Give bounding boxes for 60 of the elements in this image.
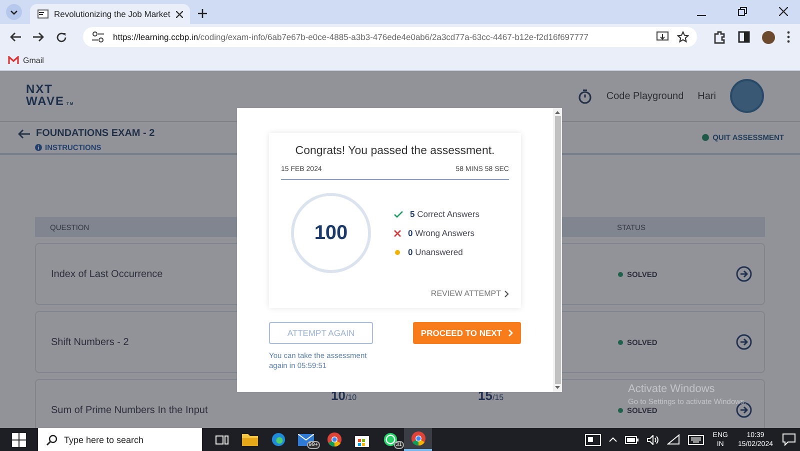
taskbar-app-icon[interactable]	[404, 428, 432, 451]
keyboard-icon[interactable]	[688, 434, 704, 444]
result-count: 5 Correct Answers	[410, 209, 480, 219]
bookmark-star-icon[interactable]	[677, 31, 689, 43]
question-title: Shift Numbers - 2	[50, 336, 129, 348]
review-attempt-link[interactable]: REVIEW ATTEMPT	[430, 289, 509, 298]
site-favicon-icon	[37, 8, 49, 20]
taskbar-search-field[interactable]: Type here to search	[38, 428, 202, 451]
new-tab-icon[interactable]	[198, 9, 207, 18]
close-tab-icon[interactable]	[176, 10, 183, 18]
scrollbar[interactable]	[553, 108, 562, 392]
menu-icon[interactable]	[787, 31, 790, 43]
profile-avatar[interactable]	[762, 30, 775, 44]
chevron-right-icon	[504, 290, 509, 298]
back-arrow-icon[interactable]	[18, 128, 30, 138]
result-count: 0 Unanswered	[408, 247, 463, 257]
exam-title: FOUNDATIONS EXAM - 2	[36, 128, 155, 139]
timer-icon[interactable]	[578, 88, 592, 104]
scroll-down-icon[interactable]	[555, 386, 560, 390]
chevron-right-icon	[508, 329, 513, 337]
restore-icon[interactable]	[738, 7, 747, 16]
user-avatar[interactable]	[730, 79, 764, 113]
start-icon[interactable]	[12, 432, 26, 446]
search-icon	[46, 434, 58, 446]
reload-icon[interactable]	[56, 32, 67, 42]
battery-icon[interactable]	[624, 436, 639, 444]
site-settings-icon[interactable]	[91, 31, 105, 43]
notifications-icon[interactable]	[782, 433, 796, 446]
code-playground-link[interactable]: Code Playground	[606, 90, 684, 102]
question-title: Index of Last Occurrence	[50, 268, 163, 280]
side-panel-icon[interactable]	[738, 31, 750, 43]
arrow-circle-icon[interactable]	[736, 334, 752, 350]
question-title: Sum of Prime Numbers In the Input	[50, 404, 208, 416]
bookmark-link[interactable]: Gmail	[23, 56, 44, 64]
proceed-button[interactable]: PROCEED TO NEXT	[412, 322, 521, 344]
install-app-icon[interactable]	[656, 31, 669, 43]
arrow-circle-icon[interactable]	[736, 266, 752, 282]
wifi-icon[interactable]	[666, 434, 680, 445]
check-icon	[394, 210, 403, 218]
volume-icon[interactable]	[646, 434, 659, 444]
close-icon[interactable]	[779, 7, 788, 16]
news-icon[interactable]	[584, 434, 601, 446]
scroll-up-icon[interactable]	[555, 110, 560, 114]
result-count: 0 Wrong Answers	[408, 228, 474, 238]
info-icon	[35, 144, 42, 151]
browser-tab[interactable]: Revolutionizing the Job Market	[30, 4, 190, 24]
score-circle: 100	[291, 193, 371, 273]
dot-icon	[395, 250, 400, 254]
forward-icon[interactable]	[33, 32, 44, 42]
dialog-title: Congrats! You passed the assessment.	[294, 145, 496, 157]
back-icon[interactable]	[10, 32, 21, 42]
user-name[interactable]: Hari	[698, 90, 716, 102]
tab-list-button[interactable]	[6, 4, 22, 20]
gmail-icon	[8, 56, 19, 64]
extensions-icon[interactable]	[713, 30, 726, 44]
address-bar[interactable]: https://learning.ccbp.in/coding/exam-info/6ab7e67b-e0ce-4885-a3b3-476ede4e0ab6/2a3cd77a-63cc-4467-b12e-f2d16f697777	[83, 27, 697, 47]
url-text: https://learning.ccbp.in/coding/exam-info/6ab7e67b-e0ce-4885-a3b3-476ede4e0ab6/2a3cd77a-63cc-4467-b12e-f2d16f697777	[113, 32, 588, 42]
tab-title: Revolutionizing the Job Market	[54, 9, 171, 19]
caret-icon[interactable]	[608, 437, 617, 442]
cross-icon	[394, 230, 401, 236]
